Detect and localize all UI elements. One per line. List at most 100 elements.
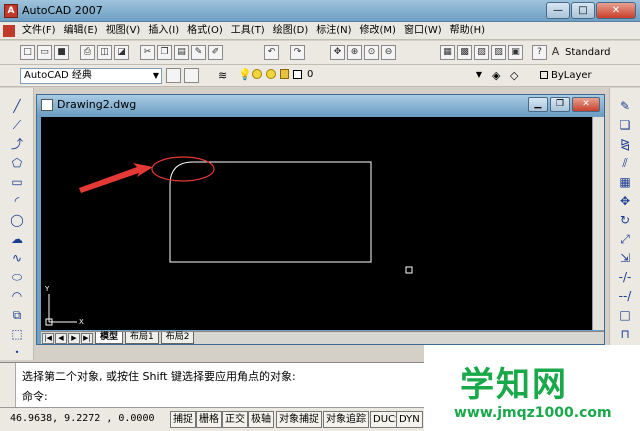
paste-icon[interactable]: ▤	[174, 45, 189, 60]
circle-icon[interactable]: ◯	[9, 212, 25, 228]
block-editor-icon[interactable]: ✐	[208, 45, 223, 60]
app-menu-icon[interactable]	[3, 24, 15, 37]
layer-freeze-sun-icon[interactable]	[252, 69, 262, 79]
print-icon[interactable]: ⎙	[80, 45, 95, 60]
tab-layout2[interactable]: 布局2	[160, 332, 195, 344]
pan-icon[interactable]: ✥	[330, 45, 345, 60]
calculator-icon[interactable]: ▣	[508, 45, 523, 60]
layer-combo[interactable]: 0 ▼	[304, 68, 484, 84]
redo-icon[interactable]: ↷	[290, 45, 305, 60]
otrack-toggle[interactable]: 对象追踪	[323, 411, 369, 428]
layer-lock-icon[interactable]	[280, 69, 289, 79]
stretch-icon[interactable]: ⇲	[617, 250, 633, 266]
menu-help[interactable]: 帮助(H)	[446, 22, 489, 40]
menu-draw[interactable]: 绘图(D)	[269, 22, 313, 40]
arc-icon[interactable]: ◜	[9, 193, 25, 209]
new-icon[interactable]: □	[20, 45, 35, 60]
polar-toggle[interactable]: 极轴	[248, 411, 274, 428]
polygon-icon[interactable]: ⬠	[9, 155, 25, 171]
rectangle-icon[interactable]: ▭	[9, 174, 25, 190]
tab-model[interactable]: 模型	[95, 332, 124, 344]
help-icon[interactable]: ?	[532, 45, 547, 60]
ortho-toggle[interactable]: 正交	[222, 411, 248, 428]
rotate-icon[interactable]: ↻	[617, 212, 633, 228]
close-button[interactable]: ✕	[596, 2, 636, 19]
save-icon[interactable]: ■	[54, 45, 69, 60]
move-icon[interactable]: ✥	[617, 193, 633, 209]
next-tab-icon[interactable]: ▶	[68, 332, 80, 344]
drawing-canvas[interactable]: Y X	[41, 117, 592, 330]
ellipse-icon[interactable]: ⬭	[9, 269, 25, 285]
spline-icon[interactable]: ∿	[9, 250, 25, 266]
join-icon[interactable]: ⊓	[617, 326, 633, 342]
make-current-layer-icon[interactable]: ◈	[492, 69, 500, 82]
layer-on-bulb-icon[interactable]: 💡	[238, 68, 252, 81]
copy-object-icon[interactable]: ❏	[617, 117, 633, 133]
menu-insert[interactable]: 插入(I)	[144, 22, 183, 40]
dyn-toggle[interactable]: DYN	[396, 411, 423, 428]
offset-icon[interactable]: ⫽	[617, 155, 633, 171]
copy-icon[interactable]: ❐	[157, 45, 172, 60]
publish-icon[interactable]: ◪	[114, 45, 129, 60]
open-icon[interactable]: ▭	[37, 45, 52, 60]
properties-icon[interactable]: ▦	[440, 45, 455, 60]
drawing-close-button[interactable]: ✕	[572, 97, 600, 112]
text-style-combo[interactable]: Standard	[565, 45, 637, 61]
menu-dimension[interactable]: 标注(N)	[312, 22, 355, 40]
zoom-window-icon[interactable]: ⊙	[364, 45, 379, 60]
maximize-button[interactable]: □	[571, 2, 595, 19]
menu-format[interactable]: 格式(O)	[183, 22, 227, 40]
zoom-previous-icon[interactable]: ⊖	[381, 45, 396, 60]
layer-previous-icon[interactable]: ◇	[510, 69, 518, 82]
menu-window[interactable]: 窗口(W)	[400, 22, 446, 40]
command-line-grip[interactable]	[0, 363, 16, 408]
layer-manager-icon[interactable]: ≋	[218, 69, 232, 83]
construction-line-icon[interactable]: ⟋	[9, 117, 25, 133]
menu-tools[interactable]: 工具(T)	[227, 22, 269, 40]
revision-cloud-icon[interactable]: ☁	[9, 231, 25, 247]
ellipse-arc-icon[interactable]: ◠	[9, 288, 25, 304]
grid-toggle[interactable]: 栅格	[196, 411, 222, 428]
drawing-restore-button[interactable]: ❐	[550, 97, 570, 112]
line-icon[interactable]: ╱	[9, 98, 25, 114]
workspace-settings-icon[interactable]	[166, 68, 181, 83]
print-preview-icon[interactable]: ◫	[97, 45, 112, 60]
erase-icon[interactable]: ✎	[617, 98, 633, 114]
prev-tab-icon[interactable]: ◀	[55, 332, 67, 344]
menu-modify[interactable]: 修改(M)	[356, 22, 400, 40]
sheet-set-icon[interactable]: ▧	[491, 45, 506, 60]
osnap-toggle[interactable]: 对象捕捉	[276, 411, 322, 428]
layer-viewport-sun-icon[interactable]	[266, 69, 276, 79]
color-control[interactable]: ByLayer	[540, 68, 640, 84]
point-icon[interactable]: •	[9, 345, 25, 361]
coordinate-display[interactable]: 46.9638, 9.2272 , 0.0000	[10, 413, 155, 424]
scale-icon[interactable]: ⤢	[617, 231, 633, 247]
filleted-rectangle[interactable]	[169, 161, 372, 263]
cut-icon[interactable]: ✂	[140, 45, 155, 60]
menu-edit[interactable]: 编辑(E)	[60, 22, 102, 40]
last-tab-icon[interactable]: ▶|	[81, 332, 93, 344]
snap-toggle[interactable]: 捕捉	[170, 411, 196, 428]
mirror-icon[interactable]: ⧎	[617, 136, 633, 152]
workspace-save-icon[interactable]	[184, 68, 199, 83]
trim-icon[interactable]: -/-	[617, 269, 633, 285]
array-icon[interactable]: ▦	[617, 174, 633, 190]
menu-view[interactable]: 视图(V)	[102, 22, 145, 40]
vertical-scrollbar[interactable]	[592, 117, 604, 330]
drawing-minimize-button[interactable]: ▁	[528, 97, 548, 112]
make-block-icon[interactable]: ⬚	[9, 326, 25, 342]
undo-icon[interactable]: ↶	[264, 45, 279, 60]
menu-file[interactable]: 文件(F)	[18, 22, 60, 40]
insert-block-icon[interactable]: ⧉	[9, 307, 25, 323]
match-properties-icon[interactable]: ✎	[191, 45, 206, 60]
tab-layout1[interactable]: 布局1	[125, 332, 159, 344]
minimize-button[interactable]: —	[546, 2, 570, 19]
workspace-combo[interactable]: AutoCAD 经典 ▼	[20, 68, 162, 84]
autocad-app-icon[interactable]: A	[4, 4, 18, 18]
zoom-realtime-icon[interactable]: ⊕	[347, 45, 362, 60]
polyline-icon[interactable]: ⤴	[9, 136, 25, 152]
design-center-icon[interactable]: ▩	[457, 45, 472, 60]
break-icon[interactable]: □	[617, 307, 633, 323]
tool-palettes-icon[interactable]: ▨	[474, 45, 489, 60]
first-tab-icon[interactable]: |◀	[42, 332, 54, 344]
